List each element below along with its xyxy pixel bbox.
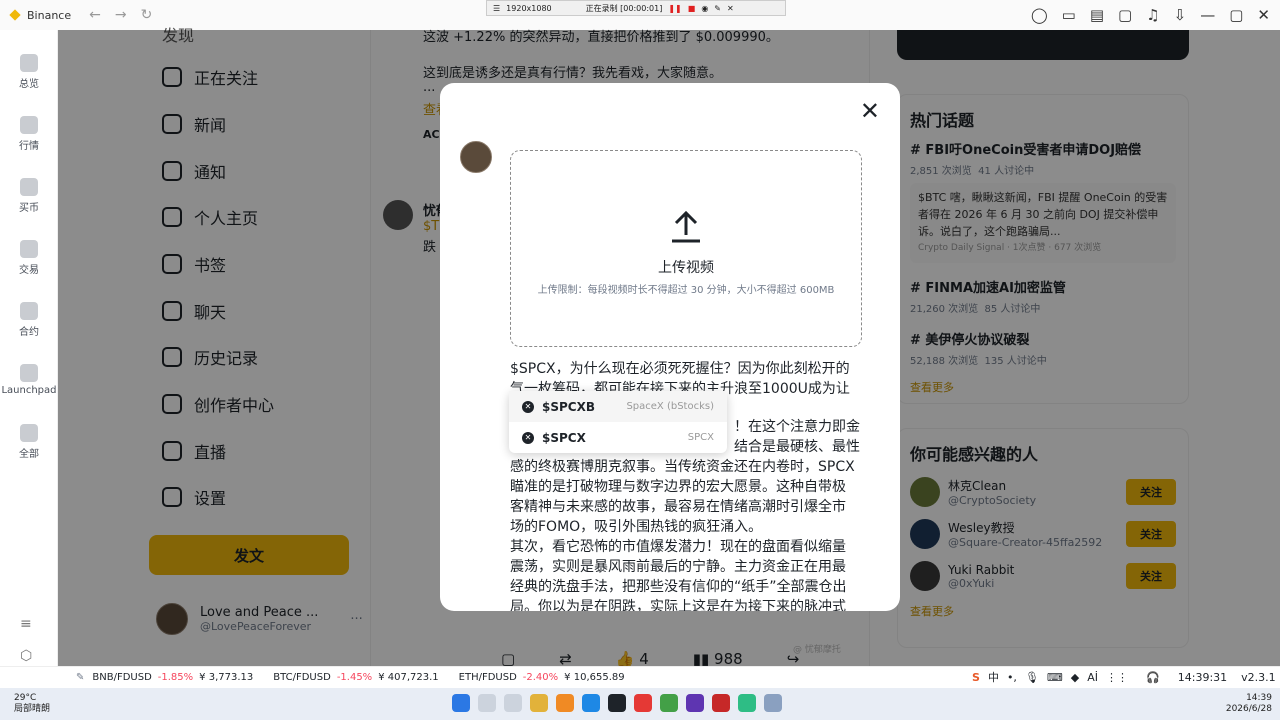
edge-icon[interactable]	[582, 694, 600, 712]
rocket-icon	[20, 364, 38, 382]
video-upload-area[interactable]: 上传视频 上传限制：每段视频时长不得超过 30 分钟，大小不得超过 600MB	[510, 150, 862, 347]
post-text[interactable]: 其次，看它恐怖的市值爆发潜力！现在的盘面看似缩量	[510, 537, 862, 557]
futures-icon	[20, 302, 38, 320]
rail-market[interactable]: 行情	[0, 116, 58, 152]
task-view-icon[interactable]	[504, 694, 522, 712]
account-icon[interactable]: ◯	[1031, 6, 1048, 24]
trade-icon	[20, 240, 38, 258]
post-text[interactable]: 震荡，实则是暴风雨前最后的宁静。主力资金正在用最	[510, 557, 862, 577]
resolution: 1920x1080	[506, 3, 552, 13]
post-composer-modal: ✕ 上传视频 上传限制：每段视频时长不得超过 30 分钟，大小不得超过 600M…	[440, 83, 900, 611]
post-text[interactable]: $SPCX，为什么现在必须死死握住？因为你此刻松开的	[510, 359, 862, 379]
post-text[interactable]: 经典的洗盘手法，把那些没有信仰的“纸手”全部震仓出	[510, 577, 862, 597]
post-text[interactable]: 感的终极赛博朋克叙事。当传统资金还在内卷时，SPCX	[510, 457, 862, 477]
recorder-icon[interactable]	[712, 694, 730, 712]
rail-trade[interactable]: 交易	[0, 240, 58, 276]
post-text[interactable]: 客精神与未来感的故事，最容易在情绪高潮时引爆全市	[510, 497, 862, 517]
close-icon[interactable]: ✕	[860, 99, 880, 123]
orders-icon[interactable]: ▤	[1090, 6, 1104, 24]
sogou-icon[interactable]: S	[972, 671, 980, 684]
rail-buy[interactable]: 买币	[0, 178, 58, 214]
buy-icon	[20, 178, 38, 196]
close-recording-icon[interactable]: ✕	[727, 4, 734, 13]
search-icon[interactable]	[478, 694, 496, 712]
keyboard-icon[interactable]: ⌨	[1047, 671, 1063, 684]
left-rail: 总览 行情 买币 交易 合约 Launchpad 全部 ≡ ⬡	[0, 30, 58, 666]
overview-icon	[20, 54, 38, 72]
punct-icon[interactable]: •,	[1007, 671, 1017, 684]
weather-widget[interactable]: 29°C 局部晴朗	[14, 693, 50, 715]
taskbar-apps	[452, 694, 782, 712]
close-window-icon[interactable]: ✕	[1257, 6, 1270, 24]
market-icon	[20, 116, 38, 134]
post-text[interactable]: ！在这个注意力即金	[734, 417, 864, 437]
token-icon: ✕	[522, 400, 534, 413]
minimize-icon[interactable]: —	[1200, 6, 1215, 24]
settings-hex-icon[interactable]: ⬡	[20, 648, 32, 664]
token-icon: ✕	[522, 431, 534, 444]
menu-icon[interactable]: ☰	[493, 4, 500, 13]
post-text[interactable]: 局。你以为是在阴跌，实际上这是在为接下来的脉冲式	[510, 597, 862, 611]
post-text[interactable]: 结合是最硬核、最性	[734, 437, 864, 457]
upload-title: 上传视频	[658, 260, 714, 276]
suggestion-item[interactable]: ✕ $SPCXB SpaceX (bStocks)	[509, 391, 727, 422]
wechat-icon[interactable]	[738, 694, 756, 712]
back-icon[interactable]: ←	[89, 7, 101, 23]
maximize-icon[interactable]: ▢	[1229, 6, 1243, 24]
recording-status: 正在录制 [00:00:01]	[585, 3, 663, 13]
file-explorer-icon[interactable]	[530, 694, 548, 712]
download-icon[interactable]: ⇩	[1174, 6, 1187, 24]
recording-bar: ☰ 1920x1080 正在录制 [00:00:01] ❚❚ ■ ◉ ✎ ✕	[486, 0, 786, 16]
stop-icon[interactable]: ■	[688, 4, 696, 13]
message-icon[interactable]: ▢	[1118, 6, 1132, 24]
rail-futures[interactable]: 合约	[0, 302, 58, 338]
rail-all[interactable]: 全部	[0, 424, 58, 460]
tools-icon[interactable]: ⋮⋮	[1106, 671, 1128, 684]
post-text[interactable]: 瞄准的是打破物理与数字边界的宏大愿景。这种自带极	[510, 477, 862, 497]
camera-icon[interactable]: ◉	[701, 4, 708, 13]
headset-icon[interactable]: 🎧	[1146, 671, 1160, 684]
edit-icon[interactable]: ✎	[76, 672, 84, 683]
binance-app-icon[interactable]	[608, 694, 626, 712]
app-logo: Binance	[8, 8, 71, 22]
ticker-suggestions: ✕ $SPCXB SpaceX (bStocks) ✕ $SPCX SPCX	[509, 391, 727, 453]
windows-start-icon[interactable]	[452, 694, 470, 712]
ime-mode[interactable]: 中	[988, 669, 999, 685]
ai-icon[interactable]: Aİ	[1087, 671, 1098, 684]
skin-icon[interactable]: ◆	[1071, 671, 1079, 684]
search-app-icon[interactable]	[556, 694, 574, 712]
ticker-item[interactable]: ETH/FDUSD -2.40% ¥ 10,655.89	[459, 672, 625, 683]
upload-icon	[672, 210, 700, 243]
post-text[interactable]: 场的FOMO，吸引外围热钱的疯狂涌入。	[510, 517, 862, 537]
avatar	[460, 141, 492, 173]
bell-icon[interactable]: ♫	[1146, 6, 1159, 24]
status-tray: S 中 •, 🎙 ⌨ ◆ Aİ ⋮⋮ 🎧 14:39:31 v2.3.1	[972, 667, 1280, 687]
binance-logo-icon	[9, 9, 21, 21]
app-icon[interactable]	[764, 694, 782, 712]
system-clock[interactable]: 14:39 2026/6/28	[1226, 693, 1272, 715]
os-taskbar: 29°C 局部晴朗 14:39 2026/6/28	[0, 688, 1280, 720]
app-name: Binance	[27, 8, 72, 22]
forward-icon[interactable]: →	[115, 7, 127, 23]
refresh-icon[interactable]: ↻	[141, 7, 153, 23]
suggestion-item[interactable]: ✕ $SPCX SPCX	[509, 422, 727, 453]
ticker-item[interactable]: BNB/FDUSD -1.85% ¥ 3,773.13	[92, 672, 253, 683]
pen-icon[interactable]: ✎	[714, 4, 721, 13]
chrome-icon[interactable]	[634, 694, 652, 712]
ticker-item[interactable]: BTC/FDUSD -1.45% ¥ 407,723.1	[273, 672, 438, 683]
upload-limit: 上传限制：每段视频时长不得超过 30 分钟，大小不得超过 600MB	[537, 285, 835, 296]
pause-icon[interactable]: ❚❚	[668, 4, 681, 13]
rail-launchpad[interactable]: Launchpad	[0, 364, 58, 396]
grid-icon	[20, 424, 38, 442]
app-icon[interactable]	[686, 694, 704, 712]
wallet-icon[interactable]: ▭	[1062, 6, 1076, 24]
collapse-icon[interactable]: ≡	[20, 616, 32, 632]
rail-overview[interactable]: 总览	[0, 54, 58, 90]
version: v2.3.1	[1241, 670, 1276, 684]
status-time: 14:39:31	[1177, 670, 1228, 684]
wechat-dev-icon[interactable]	[660, 694, 678, 712]
mic-icon[interactable]: 🎙	[1025, 671, 1039, 684]
